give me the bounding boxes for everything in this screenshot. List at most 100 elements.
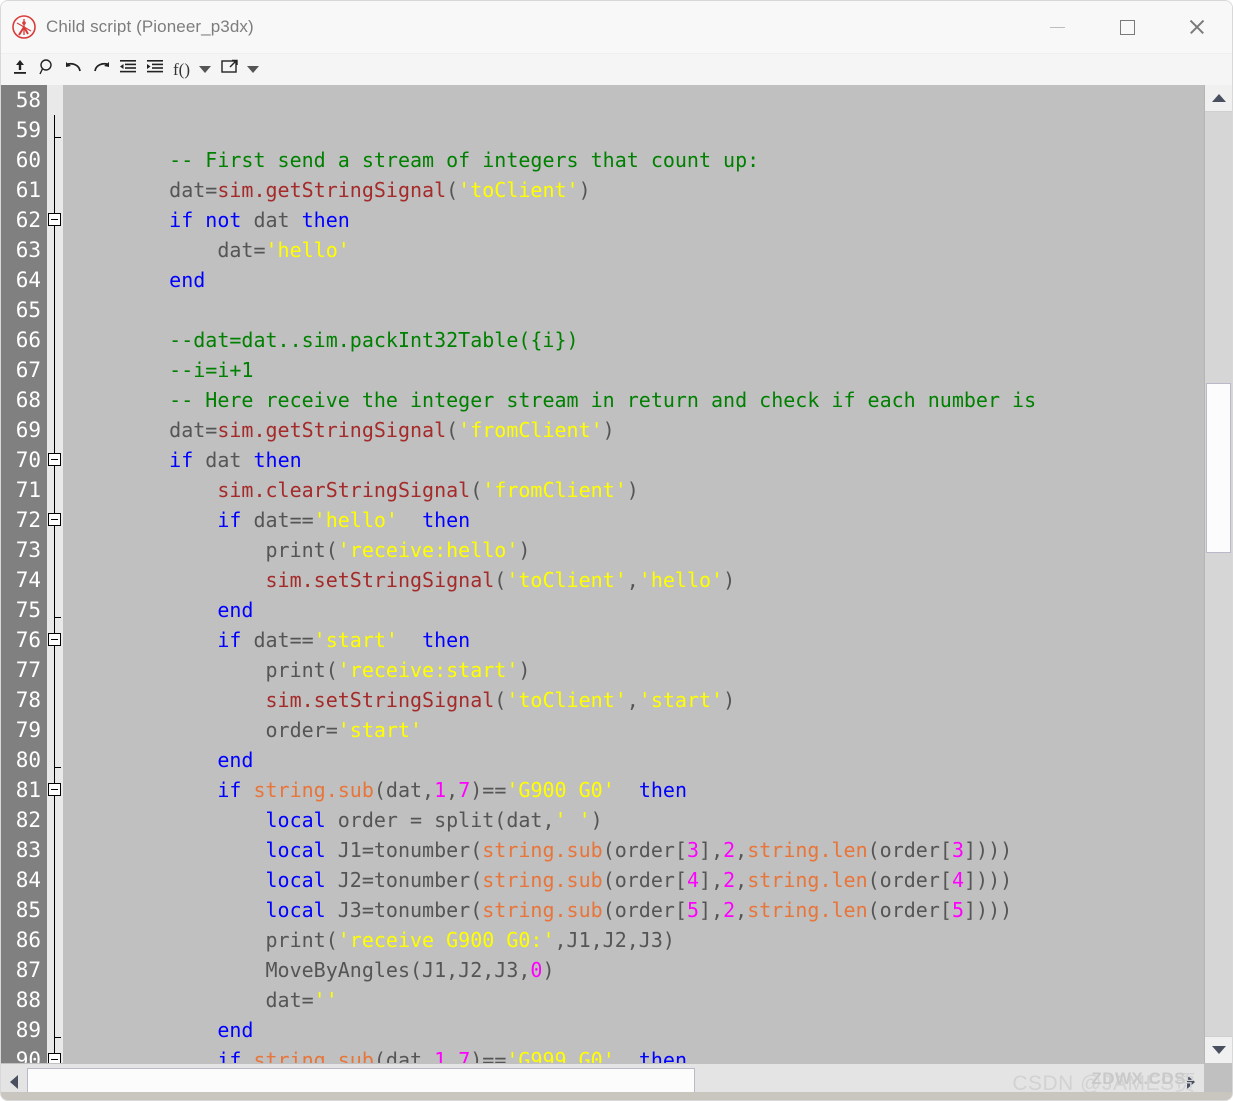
- vertical-scrollbar[interactable]: [1204, 85, 1232, 1063]
- fold-cell[interactable]: [47, 625, 63, 655]
- code-line[interactable]: if string.sub(dat,1,7)=='G999 G0' then: [63, 1045, 1204, 1063]
- script-settings-caret-button[interactable]: [244, 57, 261, 83]
- line-number-gutter: 58 59 60 61 62 63 64 65 66 67 68 69 70 71 72 73 74 75 76 77…: [1, 85, 47, 1063]
- fold-guide-line: [54, 595, 55, 625]
- function-list-caret-button[interactable]: [196, 57, 213, 83]
- code-line[interactable]: if dat=='hello' then: [63, 505, 1204, 535]
- code-line[interactable]: if dat then: [63, 445, 1204, 475]
- code-line[interactable]: if dat=='start' then: [63, 625, 1204, 655]
- code-token: 5: [951, 898, 964, 922]
- vertical-scroll-thumb[interactable]: [1206, 383, 1231, 553]
- fold-guide-line: [54, 385, 55, 415]
- upload-script-icon: [11, 58, 29, 81]
- code-line[interactable]: order='start': [63, 715, 1204, 745]
- code-line[interactable]: print('receive:hello'): [63, 535, 1204, 565]
- code-line[interactable]: local J3=tonumber(string.sub(order[5],2,…: [63, 895, 1204, 925]
- search-button[interactable]: [34, 57, 59, 83]
- close-button[interactable]: [1162, 1, 1232, 53]
- code-line[interactable]: dat=sim.getStringSignal('toClient'): [63, 175, 1204, 205]
- code-viewport[interactable]: 58 59 60 61 62 63 64 65 66 67 68 69 70 71 72 73 74 75 76 77…: [1, 85, 1204, 1063]
- line-number: 71: [15, 478, 41, 502]
- code-line[interactable]: [63, 85, 1204, 115]
- code-folding-margin[interactable]: [47, 85, 63, 1063]
- code-line[interactable]: sim.setStringSignal('toClient','hello'): [63, 565, 1204, 595]
- code-line[interactable]: print('receive G900 G0:',J1,J2,J3): [63, 925, 1204, 955]
- fold-collapse-icon[interactable]: [48, 213, 61, 226]
- code-line[interactable]: --i=i+1: [63, 355, 1204, 385]
- code-line[interactable]: -- First send a stream of integers that …: [63, 145, 1204, 175]
- fold-cell[interactable]: [47, 1045, 63, 1063]
- code-line[interactable]: dat='hello': [63, 235, 1204, 265]
- code-line[interactable]: end: [63, 745, 1204, 775]
- undo-button[interactable]: [61, 57, 86, 83]
- code-token: print(: [121, 928, 338, 952]
- script-settings-button[interactable]: [217, 57, 242, 83]
- code-line[interactable]: local J2=tonumber(string.sub(order[4],2,…: [63, 865, 1204, 895]
- code-token: 3: [951, 838, 964, 862]
- scroll-down-button[interactable]: [1205, 1036, 1232, 1063]
- indent-button[interactable]: [142, 57, 167, 83]
- code-line[interactable]: local J1=tonumber(string.sub(order[3],2,…: [63, 835, 1204, 865]
- fold-cell: [47, 145, 63, 175]
- fold-guide-line: [54, 145, 55, 175]
- minimize-button[interactable]: [1022, 1, 1092, 53]
- upload-script-button[interactable]: [7, 57, 32, 83]
- code-token: J1=tonumber(: [325, 838, 483, 862]
- code-token: MoveByAngles(J1,J2,J3,: [121, 958, 531, 982]
- scroll-up-button[interactable]: [1205, 85, 1232, 112]
- line-number: 83: [15, 838, 41, 862]
- fold-cell[interactable]: [47, 505, 63, 535]
- code-line[interactable]: if string.sub(dat,1,7)=='G900 G0' then: [63, 775, 1204, 805]
- fold-collapse-icon[interactable]: [48, 453, 61, 466]
- code-token: 'toClient': [458, 178, 579, 202]
- fold-guide-line: [54, 955, 55, 985]
- fold-cell[interactable]: [47, 775, 63, 805]
- code-token: string.len: [747, 898, 868, 922]
- code-line[interactable]: local order = split(dat,' '): [63, 805, 1204, 835]
- code-line[interactable]: sim.clearStringSignal('fromClient'): [63, 475, 1204, 505]
- code-line[interactable]: dat=sim.getStringSignal('fromClient'): [63, 415, 1204, 445]
- maximize-button[interactable]: [1092, 1, 1162, 53]
- function-list-button[interactable]: f(): [169, 57, 194, 83]
- fold-collapse-icon[interactable]: [48, 633, 61, 646]
- code-line[interactable]: [63, 295, 1204, 325]
- code-line[interactable]: dat='': [63, 985, 1204, 1015]
- code-line[interactable]: sim.setStringSignal('toClient','start'): [63, 685, 1204, 715]
- code-line[interactable]: -- Here receive the integer stream in re…: [63, 385, 1204, 415]
- fold-collapse-icon[interactable]: [48, 1053, 61, 1063]
- chevron-down-icon: [198, 66, 211, 73]
- fold-collapse-icon[interactable]: [48, 783, 61, 796]
- fold-cell[interactable]: [47, 445, 63, 475]
- code-line[interactable]: --dat=dat..sim.packInt32Table({i}): [63, 325, 1204, 355]
- fold-guide-line: [54, 565, 55, 595]
- code-token: dat=: [121, 178, 218, 202]
- code-line[interactable]: MoveByAngles(J1,J2,J3,0): [63, 955, 1204, 985]
- fold-guide-line: [54, 265, 55, 295]
- code-line[interactable]: print('receive:start'): [63, 655, 1204, 685]
- code-token: string.sub: [482, 868, 603, 892]
- line-number: 63: [15, 238, 41, 262]
- code-line[interactable]: end: [63, 595, 1204, 625]
- code-line[interactable]: if not dat then: [63, 205, 1204, 235]
- code-token: 1: [434, 1048, 447, 1063]
- line-number: 68: [15, 388, 41, 412]
- script-settings-icon: [220, 58, 240, 81]
- code-token: string.sub: [253, 778, 374, 802]
- fold-collapse-icon[interactable]: [48, 513, 61, 526]
- redo-button[interactable]: [88, 57, 113, 83]
- code-line[interactable]: end: [63, 1015, 1204, 1045]
- code-token: 'hello': [265, 238, 350, 262]
- line-number: 76: [15, 628, 41, 652]
- fold-cell[interactable]: [47, 205, 63, 235]
- code-token: then: [301, 208, 350, 232]
- code-token: (order[: [867, 898, 952, 922]
- code-token: 'start': [337, 718, 423, 742]
- code-line[interactable]: end: [63, 265, 1204, 295]
- code-text[interactable]: -- First send a stream of integers that …: [63, 85, 1204, 1063]
- fold-cell: [47, 295, 63, 325]
- unindent-button[interactable]: [115, 57, 140, 83]
- code-line[interactable]: [63, 115, 1204, 145]
